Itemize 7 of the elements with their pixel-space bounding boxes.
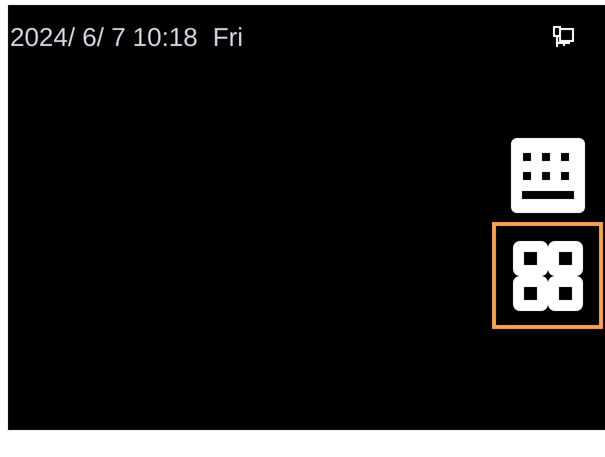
- keyboard-icon: [510, 138, 584, 213]
- weekday-text: Fri: [212, 22, 244, 52]
- apps-button[interactable]: [492, 222, 603, 329]
- date-text: 2024/ 6/ 7: [10, 22, 126, 52]
- time-text: 10:18: [132, 22, 198, 52]
- computer-icon: [553, 26, 575, 48]
- apps-icon: [512, 240, 582, 310]
